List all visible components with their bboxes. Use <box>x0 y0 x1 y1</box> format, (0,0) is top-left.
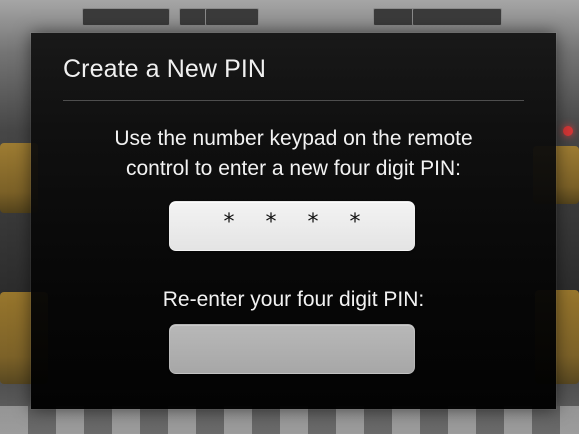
traffic-light-icon <box>563 126 573 136</box>
street-sign <box>205 8 259 26</box>
street-sign-arrow <box>373 8 414 26</box>
road-crosswalk <box>0 406 579 434</box>
street-sign <box>82 8 170 26</box>
reenter-pin-label: Re-enter your four digit PIN: <box>162 288 425 311</box>
dialog-title: Create a New PIN <box>63 55 267 83</box>
title-divider <box>63 100 524 101</box>
create-pin-dialog: Create a New PIN Use the number keypad o… <box>31 33 556 409</box>
new-pin-mask: * * * * <box>223 210 373 235</box>
new-pin-field[interactable]: * * * * <box>169 201 415 251</box>
pin-instruction-line-1: Use the number keypad on the remote <box>114 127 473 150</box>
street-sign <box>412 8 502 26</box>
pin-instruction-line-2: control to enter a new four digit PIN: <box>125 157 461 180</box>
reenter-pin-field[interactable] <box>169 324 415 374</box>
pin-instruction: Use the number keypad on the remote cont… <box>83 124 504 184</box>
